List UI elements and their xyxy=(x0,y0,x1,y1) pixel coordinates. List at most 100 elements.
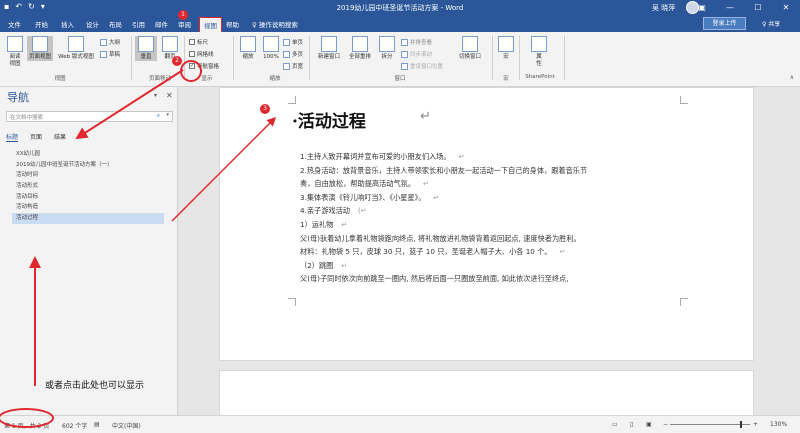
zoom-out-icon[interactable]: − xyxy=(663,421,668,428)
search-options-icon[interactable]: ▾ xyxy=(166,112,169,118)
read-mode-button[interactable]: 阅读 视图 xyxy=(4,36,26,68)
document-page-2[interactable] xyxy=(219,370,754,420)
close-pane-icon[interactable]: ✕ xyxy=(166,91,173,100)
document-page[interactable]: ·活动过程 ↵ 1.主持人致开幕词并宣布可爱的小朋友们入场。 ↵ 2.热身活动：放… xyxy=(219,87,754,361)
read-mode-icon xyxy=(7,36,23,52)
web-layout-button[interactable]: Web 版式视图 xyxy=(54,36,98,61)
tab-mailings[interactable]: 邮件 xyxy=(155,19,168,29)
user-name: 吴 晓萍 xyxy=(652,4,676,12)
side-by-side-icon xyxy=(401,38,408,46)
heading-item[interactable]: 活动构造 xyxy=(14,202,166,213)
proofing-icon[interactable]: ▤ xyxy=(94,421,100,428)
side-by-side-label: 并排查看 xyxy=(410,40,433,46)
heading-item[interactable]: 活动时间 xyxy=(14,170,166,181)
minimize-icon[interactable]: — xyxy=(716,0,744,16)
maximize-icon[interactable]: ☐ xyxy=(744,0,772,16)
ruler-checkbox[interactable]: 标尺 xyxy=(189,38,208,46)
sync-scroll-button[interactable]: 同步滚动 xyxy=(401,50,432,58)
switch-windows-icon xyxy=(462,36,478,52)
reset-window-position-icon xyxy=(401,62,408,70)
outline-button[interactable]: 大纲 xyxy=(100,38,120,46)
collapse-ribbon-icon[interactable]: ∧ xyxy=(790,74,794,81)
body-line-text: 2.热身活动：放背景音乐，主持人带领家长和小朋友一起活动一下自己的身体，跟着音乐… xyxy=(300,165,588,175)
body-line: 父(母)驮着幼儿拿着礼物袋跑向终点, 将礼物放进礼物袋背着返回起点, 速度快者为… xyxy=(300,232,740,246)
signin-button[interactable]: 登录上传 xyxy=(703,17,746,30)
heading-item[interactable]: XX幼儿园 xyxy=(14,149,166,160)
tab-review[interactable]: 审阅 xyxy=(178,19,191,29)
web-layout-icon xyxy=(68,36,84,52)
paragraph-mark-icon: (↵ xyxy=(357,206,367,216)
tab-file[interactable]: 文件 xyxy=(8,19,21,29)
search-input[interactable]: 在文档中搜索 ⌕ ▾ xyxy=(6,111,173,122)
group-zoom-label: 缩放 xyxy=(269,76,281,82)
tab-results[interactable]: 结果 xyxy=(54,132,66,142)
divider xyxy=(131,36,132,80)
tell-me-search[interactable]: ♀ 操作说明搜索 xyxy=(252,19,298,29)
draft-button[interactable]: 草稿 xyxy=(100,50,120,58)
tab-design[interactable]: 设计 xyxy=(86,19,99,29)
zoom-level[interactable]: 130% xyxy=(770,421,787,428)
redo-icon[interactable]: ↻ xyxy=(28,2,35,11)
paragraph-mark-icon: ↵ xyxy=(420,109,431,124)
zoom-button[interactable]: 缩放 xyxy=(238,36,258,61)
reset-window-position-button[interactable]: 重设窗口位置 xyxy=(401,62,443,70)
one-page-button[interactable]: 单页 xyxy=(283,38,303,46)
arrange-all-button[interactable]: 全部重排 xyxy=(345,36,375,61)
tab-pages[interactable]: 页面 xyxy=(30,132,42,142)
tab-insert[interactable]: 插入 xyxy=(61,19,74,29)
zoom-slider[interactable] xyxy=(670,421,750,428)
print-layout-status-icon[interactable]: ▣ xyxy=(646,421,652,428)
properties-button[interactable]: 属 性 xyxy=(530,36,548,68)
body-line-text: （2）跳圈 xyxy=(300,260,334,270)
search-icon[interactable]: ⌕ xyxy=(157,112,160,120)
tab-home[interactable]: 开始 xyxy=(35,19,48,29)
heading-item[interactable]: 2019幼儿园中班圣诞节活动方案（一） xyxy=(14,160,166,171)
crop-mark xyxy=(288,96,296,104)
zoom-100-button[interactable]: 100% xyxy=(261,36,281,61)
side-by-side-button[interactable]: 并排查看 xyxy=(401,38,432,46)
vertical-button[interactable]: 垂直 xyxy=(135,36,157,61)
word-count[interactable]: 602 个字 xyxy=(62,421,87,430)
paragraph-mark-icon: ↵ xyxy=(341,260,348,270)
page-width-button[interactable]: 页宽 xyxy=(283,62,303,70)
crop-mark xyxy=(680,96,688,104)
switch-windows-button[interactable]: 切换窗口 xyxy=(456,36,484,61)
divider xyxy=(309,36,310,80)
focus-mode-icon[interactable]: ▭ xyxy=(612,421,618,428)
zoom-slider-knob[interactable] xyxy=(740,421,742,428)
pane-options-icon[interactable]: ▾ xyxy=(154,92,157,99)
highlight-ring xyxy=(180,60,202,82)
heading-item[interactable]: 活动目标 xyxy=(14,192,166,203)
tab-references[interactable]: 引用 xyxy=(132,19,145,29)
heading-item-selected[interactable]: 活动过程 xyxy=(12,213,164,224)
close-icon[interactable]: ✕ xyxy=(772,0,800,16)
tab-headings[interactable]: 标题 xyxy=(6,132,19,142)
draft-label: 草稿 xyxy=(109,52,121,58)
share-button[interactable]: ♀ 共享 xyxy=(762,19,780,28)
save-icon[interactable]: ▪ xyxy=(4,2,9,11)
split-button[interactable]: 拆分 xyxy=(376,36,398,61)
read-mode-status-icon[interactable]: ▯ xyxy=(630,421,633,428)
zoom-100-label: 100% xyxy=(263,54,279,60)
side-to-side-icon xyxy=(162,36,178,52)
page-width-label: 页宽 xyxy=(292,64,304,70)
customize-qat-icon[interactable]: ▾ xyxy=(41,2,45,11)
quick-access-toolbar: ▪ ↶ ↻ ▾ xyxy=(4,2,45,11)
zoom-in-icon[interactable]: + xyxy=(753,421,758,428)
ribbon-display-icon[interactable]: ▣ xyxy=(688,0,716,16)
heading-item[interactable]: 活动形式 xyxy=(14,181,166,192)
paragraph-mark-icon: ↵ xyxy=(423,179,430,189)
multiple-pages-button[interactable]: 多页 xyxy=(283,50,303,58)
new-window-button[interactable]: 新建窗口 xyxy=(314,36,344,61)
tab-help[interactable]: 帮助 xyxy=(226,19,239,29)
tab-layout[interactable]: 布局 xyxy=(109,19,122,29)
gridlines-checkbox[interactable]: 网格线 xyxy=(189,50,214,58)
macros-button[interactable]: 宏 xyxy=(497,36,515,61)
language-indicator[interactable]: 中文(中国) xyxy=(112,421,141,430)
tab-view[interactable]: 视图 xyxy=(199,17,222,32)
print-layout-button[interactable]: 页面视图 xyxy=(27,36,53,61)
new-window-icon xyxy=(321,36,337,52)
undo-icon[interactable]: ↶ xyxy=(15,2,22,11)
highlight-ring xyxy=(0,408,54,428)
body-line-text: 4.亲子游戏活动 xyxy=(300,206,350,216)
